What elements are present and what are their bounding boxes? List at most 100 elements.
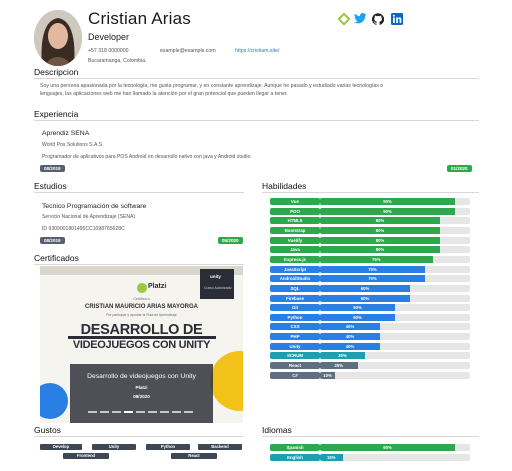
twitter-icon[interactable] [354, 12, 367, 25]
divider [262, 192, 479, 193]
profile-photo [34, 10, 82, 66]
carousel-indicator[interactable] [100, 411, 109, 413]
skill-progress-bar: 80% [320, 236, 470, 244]
cert-headline-1: DESARROLLO DE [80, 322, 203, 338]
skill-label: English [270, 454, 320, 461]
certificate-date: 08/2020 [133, 394, 150, 399]
skill-progress-bar: 90% [320, 444, 470, 451]
carousel-indicator[interactable] [136, 411, 145, 413]
like-tag: Frontend [63, 453, 109, 459]
skill-progress-fill: 90% [320, 444, 455, 451]
skill-label: CSS [270, 323, 320, 331]
skill-label: Firebase [270, 294, 320, 302]
skill-progress-bar: 80% [320, 246, 470, 254]
studies-heading: Estudios [34, 181, 67, 191]
skill-progress-bar: 80% [320, 226, 470, 234]
skill-progress-fill: 60% [320, 284, 410, 292]
carousel-indicator[interactable] [148, 411, 157, 413]
carousel-indicator[interactable] [184, 411, 193, 413]
divider [34, 264, 244, 265]
skill-label: Python [270, 313, 320, 321]
linkedin-icon[interactable] [390, 12, 403, 25]
skill-progress-fill: 60% [320, 294, 410, 302]
github-icon[interactable] [371, 12, 384, 25]
study-id: ID 9309001801495CC1098765628C [42, 226, 125, 232]
study-start-badge: 08/2019 [40, 237, 65, 244]
profile-role: Developer [88, 32, 130, 42]
carousel-indicator[interactable] [88, 411, 97, 413]
experience-heading: Experiencia [34, 109, 79, 119]
skill-progress-fill: 50% [320, 304, 395, 312]
skill-progress-fill: 90% [320, 207, 455, 215]
skill-progress-bar: 80% [320, 217, 470, 225]
experience-title: Aprendiz SENA [42, 130, 90, 137]
like-tag: Develop [40, 444, 82, 450]
study-institution: Servicio Nacional de Aprendizaje (SENA) [42, 214, 136, 220]
skill-label: Git [270, 304, 320, 312]
skill-progress-bar: 70% [320, 275, 470, 283]
experience-detail: Programador de aplicativos para POS Andr… [42, 154, 252, 160]
skill-label: Spanish [270, 444, 320, 451]
website-link[interactable]: https://cristiam.site/ [235, 48, 279, 54]
study-title: Tecnico Programación de software [42, 203, 147, 210]
email-link[interactable]: example@example.com [160, 48, 216, 54]
certificate-issuer: Platzi [135, 385, 148, 390]
skill-label: AndroidStudio [270, 275, 320, 283]
divider [34, 192, 244, 193]
skill-label: React [270, 362, 320, 370]
skill-label: SCRUM [270, 352, 320, 360]
languages-heading: Idiomas [262, 425, 292, 435]
skill-progress-bar: 90% [320, 198, 470, 205]
skill-progress-bar: 40% [320, 342, 470, 350]
carousel-indicator[interactable] [160, 411, 169, 413]
like-tag: Python [146, 444, 190, 450]
address-text: Bucaramanga, Colombia. [88, 58, 147, 64]
description-heading: Descripcion [34, 67, 79, 77]
like-tag: Unity [92, 444, 136, 450]
cert-partner-tag: Curso Autorizado [204, 286, 232, 290]
divider [34, 78, 479, 79]
divider [262, 436, 479, 437]
skill-label: Express.js [270, 255, 320, 263]
skill-progress-fill: 25% [320, 362, 358, 370]
skills-heading: Habilidades [262, 181, 307, 191]
skill-progress-bar: 25% [320, 362, 470, 370]
skill-progress-bar: 50% [320, 313, 470, 321]
carousel-indicator[interactable] [172, 411, 181, 413]
cert-student: CRISTIAN MAURICIO ARIAS MAYORGA [85, 304, 198, 310]
skill-label: Java [270, 246, 320, 254]
skill-label: Vuetify [270, 236, 320, 244]
skill-label: Unity [270, 342, 320, 350]
skill-progress-fill: 30% [320, 352, 365, 360]
platzi-icon[interactable] [337, 12, 350, 25]
skill-progress-bar: 60% [320, 284, 470, 292]
cert-partner: unity [210, 274, 221, 279]
phone-text: +57 318 0000000 [88, 48, 129, 54]
certificate-card[interactable]: Platzi unity Curso Autorizado Certifica … [40, 266, 243, 423]
skill-progress-bar: 15% [320, 454, 470, 461]
skill-label: JavaScript [270, 265, 320, 273]
carousel-indicator-active[interactable] [124, 411, 133, 413]
skill-progress-fill: 80% [320, 246, 440, 254]
skill-progress-fill: 80% [320, 217, 440, 225]
like-tag: Backend [198, 444, 242, 450]
like-tag: React [171, 453, 217, 459]
carousel-indicator[interactable] [112, 411, 121, 413]
skill-progress-fill: 90% [320, 198, 455, 205]
skill-label: Vue [270, 198, 320, 205]
experience-company: World Pos Solutions S.A.S. [42, 142, 104, 148]
skill-progress-bar: 50% [320, 304, 470, 312]
cert-brand: Platzi [148, 283, 167, 290]
certificate-caption: Desarrollo de videojuegos con Unity [87, 373, 196, 380]
skill-progress-bar: 40% [320, 323, 470, 331]
skill-label: POO [270, 207, 320, 215]
skill-progress-fill: 70% [320, 275, 425, 283]
certificates-heading: Certificados [34, 253, 79, 263]
likes-heading: Gustos [34, 425, 61, 435]
skill-progress-fill: 70% [320, 265, 425, 273]
experience-end-badge: 01/2020 [447, 165, 472, 172]
skill-progress-fill: 80% [320, 226, 440, 234]
description-line-2: lenguajes, las aplicaciones web me han l… [40, 91, 288, 97]
study-end-badge: 05/2020 [218, 237, 243, 244]
divider [34, 436, 244, 437]
